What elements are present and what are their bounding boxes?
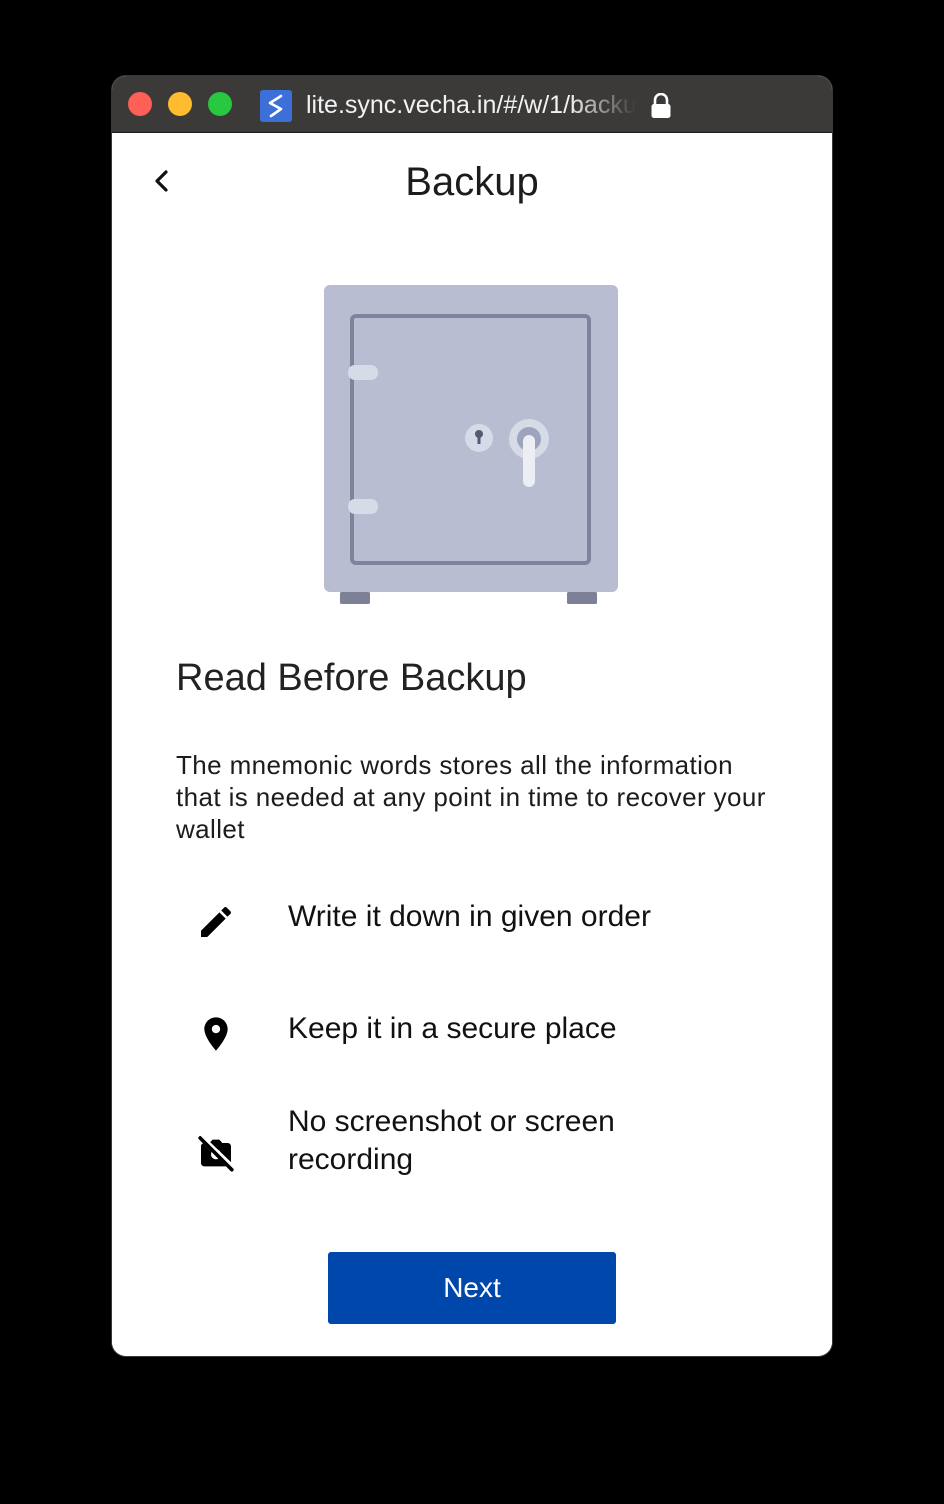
address-bar[interactable]: lite.sync.vecha.in/#/w/1/backup xyxy=(306,89,636,121)
lock-icon xyxy=(650,92,672,119)
section-title: Read Before Backup xyxy=(176,657,527,699)
app-content: Backup Read Before Backup The mnemonic w… xyxy=(112,133,832,1356)
zoom-window-button[interactable] xyxy=(208,92,232,116)
no-camera-icon xyxy=(198,1135,235,1172)
pencil-icon xyxy=(201,906,232,937)
tip-text: Write it down in given order xyxy=(288,900,651,933)
browser-window: lite.sync.vecha.in/#/w/1/backup Backup R… xyxy=(112,76,832,1356)
safe-icon xyxy=(322,285,622,610)
next-button[interactable]: Next xyxy=(328,1252,616,1324)
location-pin-icon xyxy=(204,1017,228,1051)
page-title: Backup xyxy=(405,160,539,204)
sync-icon xyxy=(260,90,292,122)
backup-description: The mnemonic words stores all the inform… xyxy=(176,750,766,844)
tip-text: No screenshot or screen recording xyxy=(288,1105,615,1176)
browser-titlebar: lite.sync.vecha.in/#/w/1/backup xyxy=(112,76,832,133)
close-window-button[interactable] xyxy=(128,92,152,116)
minimize-window-button[interactable] xyxy=(168,92,192,116)
tip-text: Keep it in a secure place xyxy=(288,1012,617,1045)
